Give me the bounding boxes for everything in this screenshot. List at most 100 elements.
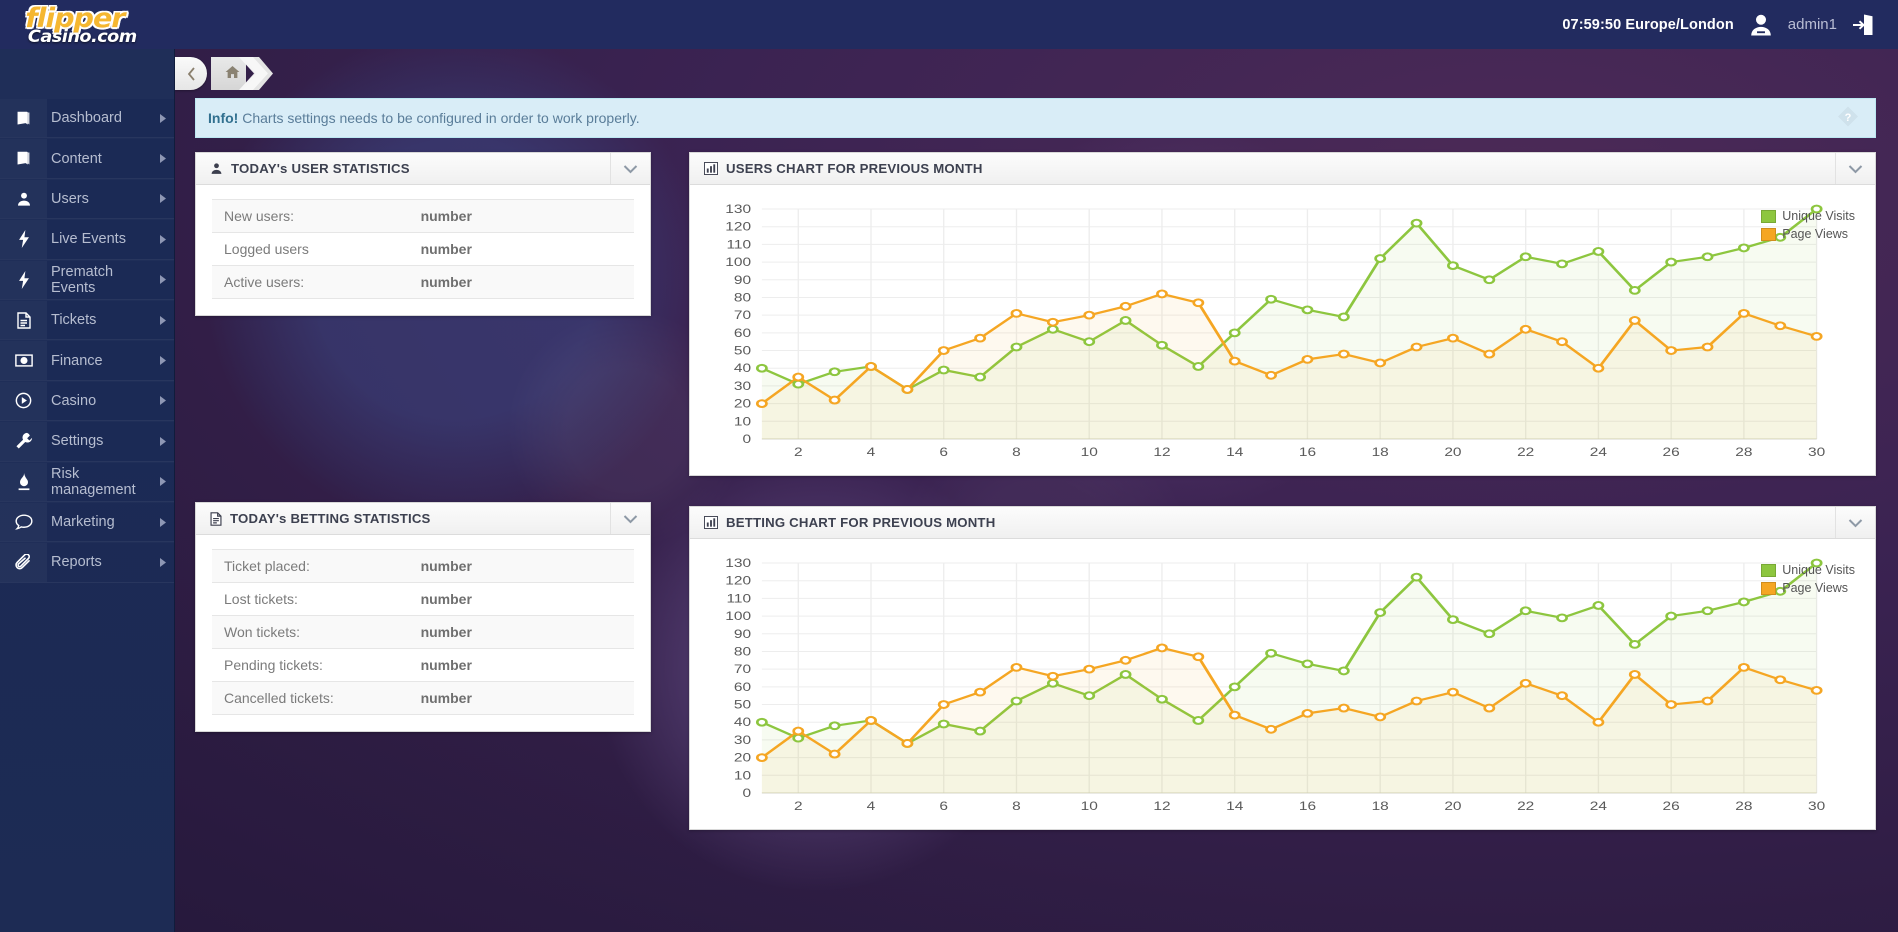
sidebar-item-tickets[interactable]: Tickets [0,300,174,340]
sidebar-item-label: Prematch Events [47,264,152,296]
sidebar-item-marketing[interactable]: Marketing [0,502,174,542]
user-stat-row: Logged usersnumber [212,233,634,266]
legend-swatch [1761,564,1776,577]
bolt-icon [0,220,47,258]
sidebar-item-dashboard[interactable]: Dashboard [0,98,174,138]
panel-betting-chart: BETTING CHART FOR PREVIOUS MONTH 0102030… [689,506,1876,830]
panel-title: TODAY's USER STATISTICS [231,161,410,176]
user-icon [0,180,47,218]
betting-stat-label: Pending tickets: [212,649,415,682]
panel-body: 0102030405060708090100110120130246810121… [690,185,1875,475]
svg-text:22: 22 [1517,446,1534,459]
svg-text:28: 28 [1735,800,1752,813]
betting-stat-row: Ticket placed:number [212,550,634,583]
svg-text:28: 28 [1735,446,1752,459]
legend-label: Page Views [1782,227,1848,241]
sidebar-item-live-events[interactable]: Live Events [0,219,174,259]
sidebar-item-settings[interactable]: Settings [0,421,174,461]
bolt-icon [0,261,47,299]
clock-label: 07:59:50 Europe/London [1562,17,1733,33]
svg-text:50: 50 [734,698,752,711]
user-stat-label: New users: [212,200,415,233]
betting-stat-value: number [415,616,634,649]
sidebar-collapse-button[interactable] [175,57,207,90]
comment-icon [0,503,47,541]
info-banner-text: Charts settings needs to be configured i… [238,110,639,126]
legend-item: Page Views [1761,581,1855,595]
svg-text:6: 6 [939,800,948,813]
svg-text:60: 60 [734,681,752,694]
legend-swatch [1761,582,1776,595]
svg-text:30: 30 [734,734,752,747]
paperclip-icon [0,543,47,581]
sidebar-item-finance[interactable]: Finance [0,340,174,380]
user-stat-label: Logged users [212,233,415,266]
sidebar-item-label: Casino [47,393,152,409]
breadcrumb[interactable] [211,57,246,90]
bar-chart-icon [704,516,718,529]
svg-text:8: 8 [1012,800,1021,813]
svg-text:12: 12 [1153,800,1170,813]
username-label: admin1 [1788,16,1837,33]
svg-text:10: 10 [734,415,752,428]
bar-chart-icon [704,162,718,175]
users-chart-plot[interactable]: 0102030405060708090100110120130246810121… [700,201,1857,469]
svg-text:22: 22 [1517,800,1534,813]
chevron-down-icon[interactable] [1835,507,1875,538]
svg-text:24: 24 [1590,800,1608,813]
chevron-down-icon[interactable] [610,153,650,184]
svg-text:26: 26 [1663,446,1680,459]
user-statistics-table: New users:numberLogged usersnumberActive… [212,199,634,299]
svg-text:100: 100 [725,256,751,269]
chevron-right-icon [152,477,174,486]
sidebar-item-label: Settings [47,433,152,449]
legend-swatch [1761,228,1776,241]
svg-text:20: 20 [1444,446,1462,459]
chevron-down-icon[interactable] [610,503,650,534]
book-icon [0,99,47,137]
legend-item: Unique Visits [1761,209,1855,223]
sidebar-item-casino[interactable]: Casino [0,381,174,421]
sidebar-item-users[interactable]: Users [0,179,174,219]
svg-text:60: 60 [734,327,752,340]
file-icon [0,301,47,339]
chevron-right-icon [152,275,174,284]
betting-stat-label: Ticket placed: [212,550,415,583]
brand-logo[interactable]: flipper Casino.com [0,0,175,49]
sidebar-item-label: Risk management [47,466,152,498]
svg-text:120: 120 [725,575,751,588]
chevron-right-icon [152,316,174,325]
sidebar-item-prematch-events[interactable]: Prematch Events [0,260,174,300]
sidebar-item-label: Finance [47,353,152,369]
svg-text:30: 30 [1808,446,1826,459]
logout-door-icon[interactable] [1850,11,1876,39]
left-column: TODAY's USER STATISTICS New users:number… [195,152,651,860]
money-icon [0,341,47,379]
panel-body: Ticket placed:numberLost tickets:numberW… [196,535,650,731]
svg-text:8: 8 [1012,446,1021,459]
user-avatar-icon[interactable] [1747,11,1775,39]
panel-body: 0102030405060708090100110120130246810121… [690,539,1875,829]
user-stat-label: Active users: [212,266,415,299]
sidebar-item-content[interactable]: Content [0,138,174,178]
header-right-group: 07:59:50 Europe/London admin1 [1562,0,1898,49]
sidebar-item-label: Dashboard [47,110,152,126]
svg-text:40: 40 [734,362,752,375]
dashboard-grid: TODAY's USER STATISTICS New users:number… [175,138,1898,860]
betting-stat-value: number [415,682,634,715]
help-question-icon[interactable]: ? [1837,106,1859,131]
panel-title: BETTING CHART FOR PREVIOUS MONTH [726,515,995,530]
chevron-right-icon [152,518,174,527]
betting-chart-plot[interactable]: 0102030405060708090100110120130246810121… [700,555,1857,823]
svg-text:14: 14 [1226,800,1244,813]
sidebar-item-label: Reports [47,554,152,570]
sidebar-item-reports[interactable]: Reports [0,542,174,582]
chevron-right-icon [152,558,174,567]
chevron-right-icon [152,356,174,365]
sidebar-item-risk-management[interactable]: Risk management [0,462,174,502]
svg-text:40: 40 [734,716,752,729]
home-icon [225,65,240,83]
chevron-down-icon[interactable] [1835,153,1875,184]
chevron-right-icon [152,194,174,203]
betting-stat-label: Lost tickets: [212,583,415,616]
